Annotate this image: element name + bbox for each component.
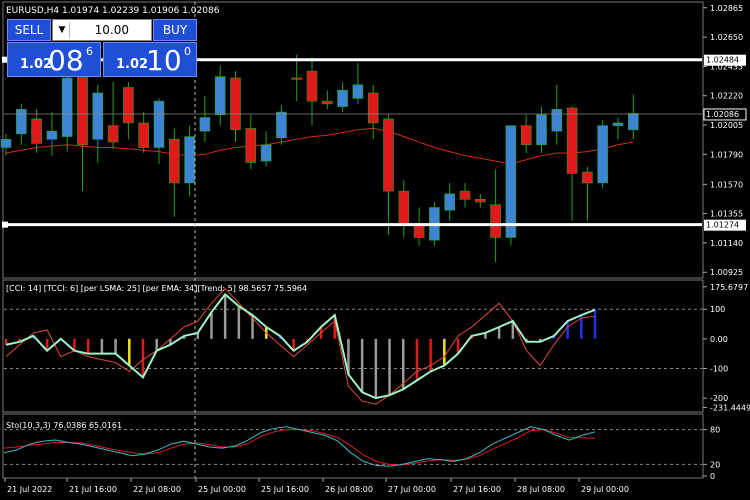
bear-candle <box>383 118 394 192</box>
bull-candle <box>536 114 547 146</box>
bull-candle <box>92 92 104 140</box>
sell-price-button[interactable]: 1.02 08 6 <box>7 42 101 77</box>
bull-candle <box>276 111 287 139</box>
time-tick-label: 21 Jul 2022 <box>7 485 52 494</box>
support-line-handle <box>2 221 8 228</box>
bull-candle <box>46 130 58 140</box>
chevron-down-icon[interactable]: ▼ <box>55 22 70 38</box>
time-tick-label: 25 Jul 16:00 <box>261 485 309 494</box>
bull-candle <box>15 109 27 135</box>
cci-tick-label: 175.6797 <box>710 283 748 292</box>
time-tick-label: 28 Jul 08:00 <box>517 485 565 494</box>
bear-candle <box>398 190 410 225</box>
time-tick-label: 27 Jul 16:00 <box>453 485 501 494</box>
stochastic-indicator: 80 20 0 <box>3 426 720 481</box>
bear-candle <box>582 171 593 184</box>
bear-candle <box>77 70 88 146</box>
price-tick-label: 1.01355 <box>710 210 743 219</box>
bear-candle <box>306 70 318 102</box>
price-tick-label: 1.02220 <box>710 92 743 101</box>
cci-tick-label: -100 <box>710 364 728 373</box>
bull-candle <box>551 109 563 132</box>
time-axis: 21 Jul 2022 21 Jul 16:00 22 Jul 08:00 25 Ju… <box>4 478 629 494</box>
sto-tick-label: 20 <box>710 460 720 469</box>
sell-price-fraction: 6 <box>86 45 93 58</box>
bear-candle <box>107 125 119 143</box>
symbol-info: EURUSD,H4 1.01974 1.02239 1.01906 1.0208… <box>6 6 220 16</box>
time-tick-label: 29 Jul 00:00 <box>581 485 629 494</box>
cci-tick-label: -231.4449 <box>710 403 750 412</box>
sell-price-pips: 08 <box>48 44 84 77</box>
bear-candle <box>367 92 379 124</box>
resistance-line-label: 1.02484 <box>706 56 739 65</box>
bull-candle <box>505 125 517 238</box>
bull-candle <box>184 136 195 184</box>
time-tick-label: 27 Jul 00:00 <box>388 485 436 494</box>
bear-candle <box>474 198 486 203</box>
bear-candle <box>169 139 180 184</box>
bull-candle <box>199 117 211 132</box>
buy-price-prefix: 1.02 <box>116 57 149 72</box>
bull-candle <box>352 84 364 99</box>
bull-candle <box>61 77 73 137</box>
time-tick-label: 26 Jul 08:00 <box>325 485 373 494</box>
cci-tick-label: 100 <box>710 305 725 314</box>
sto-tick-label: 80 <box>710 426 720 435</box>
bear-candle <box>123 87 134 124</box>
bear-candle <box>230 77 241 131</box>
current-price-label: 1.02086 <box>706 110 739 119</box>
sto-signal-line <box>3 429 596 466</box>
bear-candle <box>490 204 501 238</box>
price-tick-label: 1.01570 <box>710 180 743 189</box>
bear-candle <box>138 122 149 148</box>
bear-candle <box>245 128 257 163</box>
bull-candle <box>597 125 609 184</box>
bull-candle <box>260 144 272 162</box>
bull-candle <box>153 100 165 148</box>
bull-candle <box>0 139 12 148</box>
bull-candle <box>612 122 624 126</box>
cci-indicator: 175.6797 100 0.00 -100 -200-231.4449 <box>4 283 750 412</box>
cci-tick-label: -200 <box>710 394 728 403</box>
bull-candle <box>627 113 639 131</box>
cci-panel-frame <box>2 279 704 413</box>
price-tick-label: 1.01790 <box>710 150 743 159</box>
bull-candle <box>337 89 348 107</box>
lot-size-field[interactable]: ▼ 10.00 <box>52 19 152 41</box>
buy-price-button[interactable]: 1.02 10 0 <box>103 42 197 77</box>
time-tick-label: 22 Jul 08:00 <box>133 485 181 494</box>
buy-price-pips: 10 <box>146 44 182 77</box>
candles[interactable] <box>0 54 639 263</box>
bull-candle <box>444 193 456 211</box>
cci-label: [CCI: 14] [TCCI: 6] [per LSMA: 25] [per … <box>6 284 307 293</box>
bear-candle <box>520 125 532 146</box>
price-tick-label: 1.02005 <box>710 121 743 130</box>
sell-button[interactable]: SELL <box>7 19 51 41</box>
price-tick-label: 1.01140 <box>710 239 743 248</box>
bear-candle <box>321 100 333 105</box>
sto-tick-label: 0 <box>710 472 715 481</box>
price-tick-label: 1.02650 <box>710 33 743 42</box>
support-line-label: 1.01274 <box>706 221 739 230</box>
time-tick-label: 21 Jul 16:00 <box>69 485 117 494</box>
price-axis: 1.028651.026501.024351.022201.020051.017… <box>703 4 743 277</box>
price-tick-label: 1.00925 <box>710 268 743 277</box>
one-click-trading-panel: SELL ▼ 10.00 BUY 1.02 08 6 1.02 10 0 <box>7 19 197 77</box>
bear-candle <box>31 118 42 144</box>
buy-button[interactable]: BUY <box>153 19 197 41</box>
cci-line <box>5 292 596 400</box>
bull-candle <box>214 76 226 116</box>
bear-candle <box>459 190 471 200</box>
buy-price-fraction: 0 <box>184 45 191 58</box>
lot-size-value: 10.00 <box>94 23 129 37</box>
bear-candle <box>566 107 578 174</box>
price-tick-label: 1.02865 <box>710 4 743 13</box>
bear-candle <box>291 77 303 80</box>
sto-label: Sto(10,3,3) 76.0386 65.0161 <box>6 421 122 430</box>
cci-tick-label: 0.00 <box>710 335 728 344</box>
time-tick-label: 25 Jul 00:00 <box>198 485 246 494</box>
sto-main-line <box>3 426 596 467</box>
